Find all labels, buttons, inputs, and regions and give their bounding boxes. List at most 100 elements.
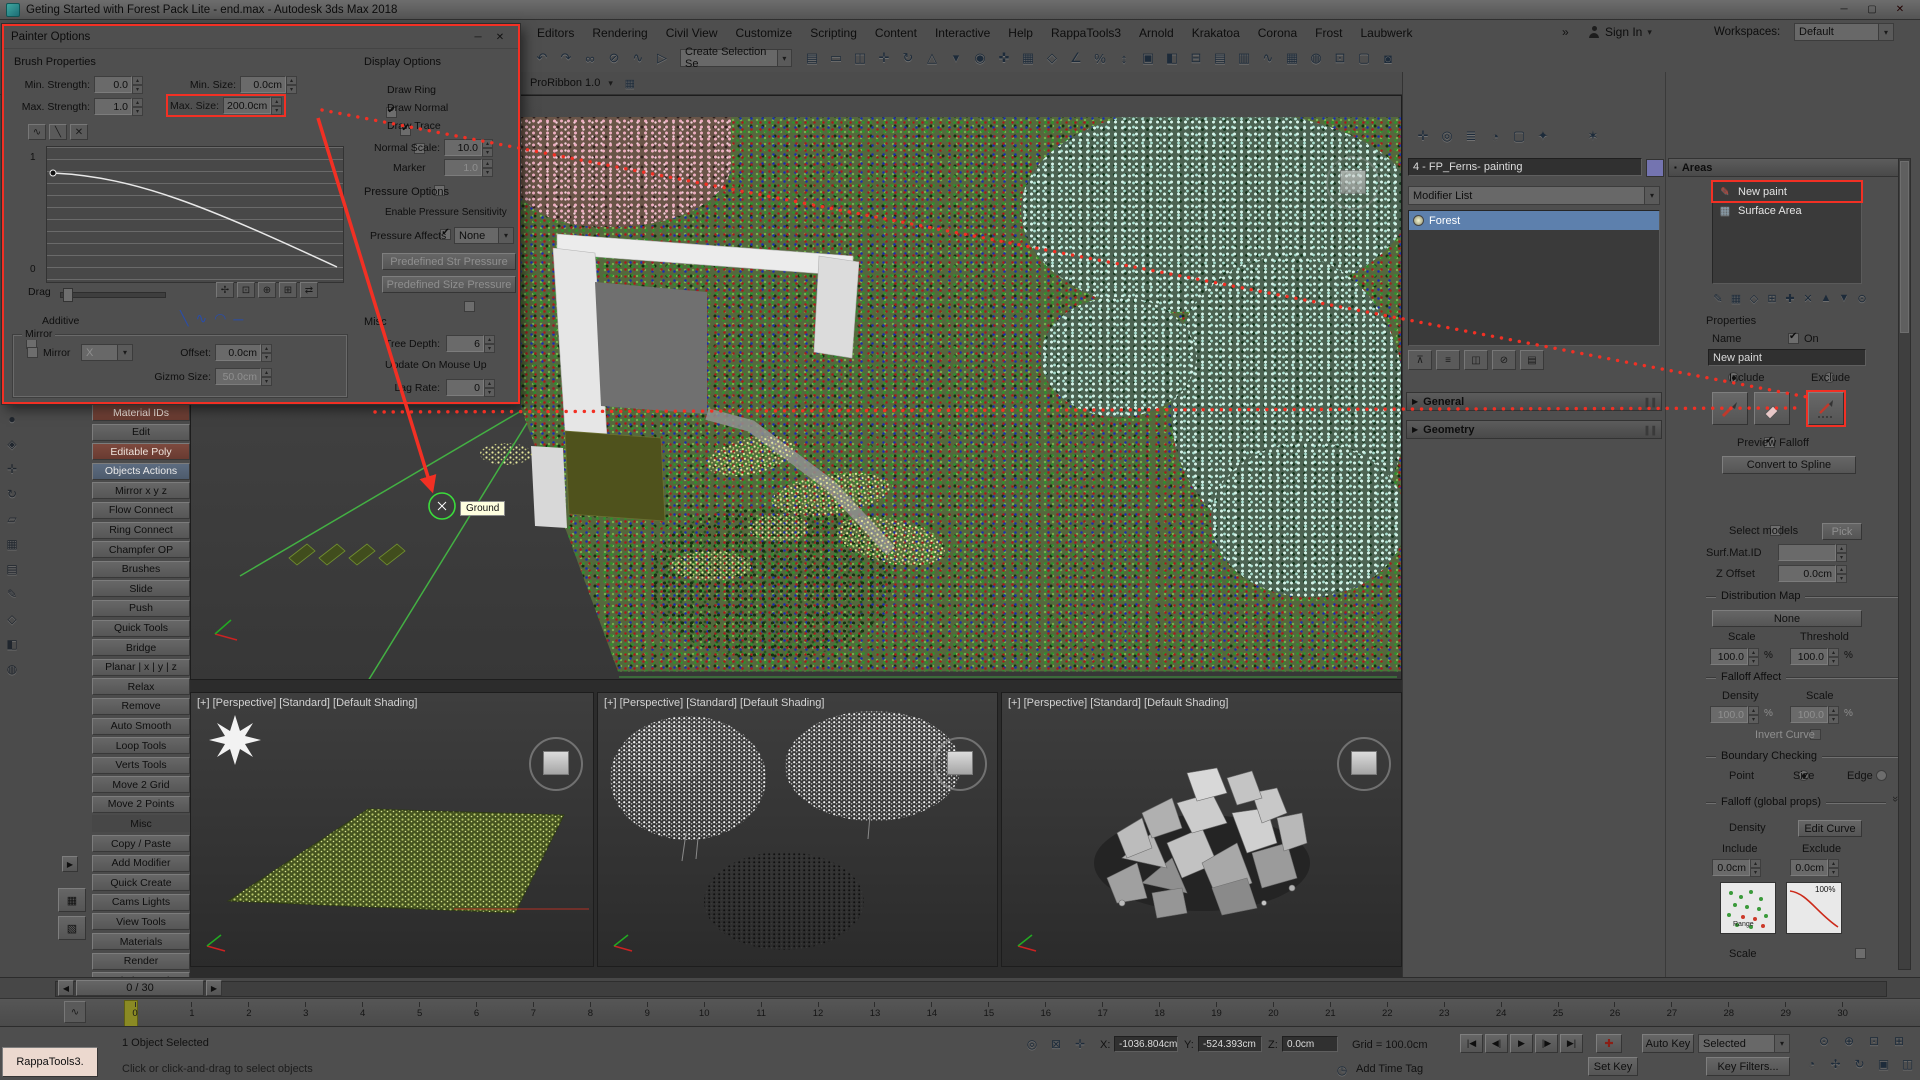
preset-ease-icon[interactable]: ◠ [214,310,226,327]
keyboard-override-icon[interactable]: ▦ [1016,46,1040,70]
render-setup-icon[interactable]: ⊡ [1328,46,1352,70]
pan-curve-icon[interactable]: ✢ [216,282,234,298]
preset-s-curve-icon[interactable]: ∿ [195,310,207,327]
left-panel-button[interactable]: Brushes [92,561,190,578]
zoom-region-icon[interactable]: ⊞ [1887,1032,1911,1050]
left-panel-button[interactable]: Slide [92,580,190,597]
menu-item[interactable]: Content [866,26,926,40]
bind-to-space-warp-icon[interactable]: ∿ [626,46,650,70]
mini-mirror-icon[interactable]: ◧ [2,634,22,654]
layer-manager-icon[interactable]: ▤ [1208,46,1232,70]
left-panel-button[interactable]: Bridge [92,639,190,656]
select-and-scale-icon[interactable]: △ [920,46,944,70]
scrollbar-thumb[interactable] [1900,161,1909,333]
configure-modifier-sets-icon[interactable]: ▤ [1520,350,1544,370]
dist-scale-spinner[interactable]: 100.0 [1710,648,1759,665]
spinner-snap-icon[interactable]: ↕ [1112,46,1136,70]
min-size-spinner[interactable]: 0.0cm [240,76,297,93]
zoom-region-curve-icon[interactable]: ⊞ [279,282,297,298]
drag-slider-handle[interactable] [63,288,73,302]
menu-item[interactable]: Krakatoa [1183,26,1249,40]
left-panel-button[interactable]: Add Modifier [92,855,190,872]
view-cube[interactable] [1326,156,1380,210]
move-area-down-icon[interactable]: ▼ [1836,290,1852,306]
remove-area-icon[interactable]: ✕ [1800,290,1816,306]
areas-rollout-header[interactable]: ▪Areas [1668,158,1900,177]
mirror-icon[interactable]: ◧ [1160,46,1184,70]
left-panel-button[interactable]: Verts Tools [92,757,190,774]
falloff-scale-checkbox[interactable] [1855,948,1866,959]
modifier-stack-item[interactable]: Forest [1409,211,1659,230]
x-coordinate-field[interactable]: -1036.804cm [1114,1036,1178,1052]
create-tab-icon[interactable]: ✛ [1412,126,1434,146]
left-panel-button[interactable]: Ring Connect [92,522,190,539]
menu-item[interactable]: Rendering [583,26,656,40]
mini-scale-icon[interactable]: ▱ [2,509,22,529]
lock-area-icon[interactable]: ⊙ [1854,290,1870,306]
convert-to-spline-button[interactable]: Convert to Spline [1722,456,1856,474]
snap-toggle-icon[interactable]: ◇ [1040,46,1064,70]
render-production-icon[interactable]: ◙ [1376,46,1400,70]
undo-icon[interactable]: ↶ [530,46,554,70]
display-tab-icon[interactable]: ▢ [1508,126,1530,146]
left-panel-button[interactable]: Relax [92,678,190,695]
menu-item[interactable]: Editors [528,26,583,40]
zoom-extents-curve-icon[interactable]: ⊡ [237,282,255,298]
viewport-rocks[interactable]: [+] [Perspective] [Standard] [Default Sh… [1001,692,1402,967]
menu-item[interactable]: Interactive [926,26,999,40]
curve-editor-icon[interactable]: ∿ [1256,46,1280,70]
surface-area-icon[interactable]: ▦ [1728,290,1744,306]
maximize-button[interactable]: ▢ [1858,2,1886,18]
proribbon-menu-button[interactable] [608,77,613,89]
ribbon-toggle-icon[interactable]: ▥ [1232,46,1256,70]
z-offset-spinner[interactable]: 0.0cm [1778,565,1847,582]
viewport-plants[interactable]: [+] [Perspective] [Standard] [Default Sh… [597,692,998,967]
max-strength-spinner[interactable]: 1.0 [94,98,143,115]
key-mode-dropdown[interactable]: Selected [1698,1034,1790,1053]
mini-curve-editor-icon[interactable]: ∿ [64,1001,86,1023]
modifier-stack[interactable]: Forest [1408,210,1660,346]
mini-snap-icon[interactable]: ◇ [2,609,22,629]
predefined-size-pressure-button[interactable]: Predefined Size Pressure [382,276,516,293]
tree-depth-spinner[interactable]: 6 [446,335,495,352]
left-panel-button[interactable]: Auto Smooth [92,718,190,735]
menu-overflow-chevron[interactable]: » [1562,25,1569,39]
left-panel-button[interactable]: Quick Tools [92,620,190,637]
select-and-link-icon[interactable]: ∞ [578,46,602,70]
left-panel-button[interactable]: Quick Create [92,874,190,891]
previous-frame-nudge[interactable]: ◀ [58,980,74,996]
distribution-none-button[interactable]: None [1712,610,1862,627]
key-filters-button[interactable]: Key Filters... [1706,1057,1790,1076]
left-panel-button[interactable]: Misc [92,815,190,832]
material-editor-icon[interactable]: ◍ [1304,46,1328,70]
select-and-move-icon[interactable]: ✛ [872,46,896,70]
menu-item[interactable]: Laubwerk [1351,26,1421,40]
falloff-include-spinner[interactable]: 0.0cm [1712,859,1761,876]
viewport-label[interactable]: [+] [Perspective] [Standard] [Default Sh… [1008,697,1228,709]
left-panel-button[interactable]: Mirror x y z [92,482,190,499]
go-to-end-icon[interactable]: ▶| [1560,1034,1583,1053]
add-area-icon[interactable]: ✚ [1782,290,1798,306]
utilities-tab-icon[interactable]: ✦ [1532,126,1554,146]
isolate-selection-icon[interactable]: ◎ [1022,1035,1042,1053]
surf-mat-id-spinner[interactable] [1778,544,1847,561]
falloff-curve-thumbnail[interactable]: 100% [1786,882,1842,934]
named-selection-set-input[interactable]: Create Selection Se [680,49,792,67]
object-color-swatch[interactable] [1646,159,1664,177]
unlink-selection-icon[interactable]: ⊘ [602,46,626,70]
rappatools-sphere-icon[interactable]: ● [2,409,22,429]
previous-frame-icon[interactable]: ◀| [1485,1034,1508,1053]
left-panel-button[interactable]: Push [92,600,190,617]
falloff-range-thumbnail[interactable]: Range [1720,882,1776,934]
curve-corner-icon[interactable]: ╲ [49,124,67,140]
areas-listbox[interactable]: ✎ New paint ▦ Surface Area [1712,181,1862,284]
visibility-bulb-icon[interactable] [1413,215,1424,226]
pressure-affects-dropdown[interactable]: None [454,227,514,244]
view-cube[interactable] [1337,737,1391,791]
dialog-minimize-button[interactable]: ─ [467,29,489,45]
minimize-button[interactable]: ─ [1830,2,1858,18]
left-panel-button[interactable]: Champfer OP [92,541,190,558]
area-list-item-surface[interactable]: ▦ Surface Area [1713,201,1861,220]
redo-icon[interactable]: ↷ [554,46,578,70]
menu-item[interactable]: Corona [1249,26,1306,40]
